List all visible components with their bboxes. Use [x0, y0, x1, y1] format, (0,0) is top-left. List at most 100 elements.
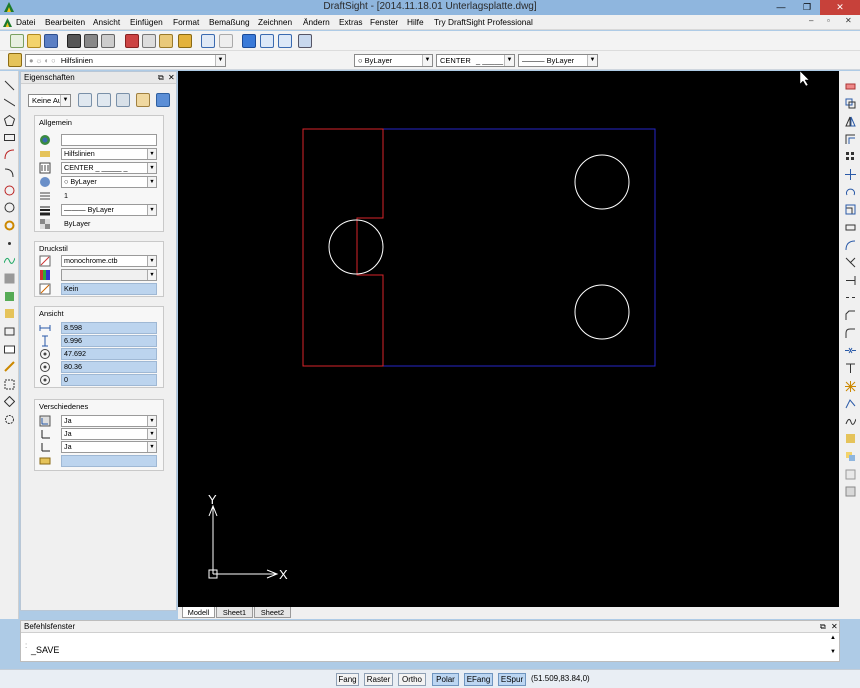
arc-icon[interactable] — [4, 149, 15, 160]
block-icon[interactable] — [4, 291, 15, 302]
doc-close-button[interactable]: ✕ — [845, 16, 852, 25]
stretch-icon[interactable] — [845, 222, 856, 233]
erase-icon[interactable] — [845, 81, 856, 92]
boundary-icon[interactable] — [4, 396, 15, 407]
draw-order-icon[interactable] — [845, 451, 856, 462]
ucs-per-viewport-field[interactable]: Ja ▼ — [61, 441, 157, 453]
new-file-icon[interactable] — [10, 34, 24, 48]
lineweight-combo[interactable]: ——— ByLayer ▼ — [518, 54, 598, 67]
plotstyle-table-field[interactable]: monochrome.ctb ▼ — [61, 255, 157, 267]
toggle-pickadd-icon[interactable] — [136, 93, 150, 107]
tab-sheet1[interactable]: Sheet1 — [216, 607, 253, 618]
trim-icon[interactable] — [845, 257, 856, 268]
plotstyle-field[interactable]: ▼ — [61, 269, 157, 281]
close-icon[interactable]: ✕ — [168, 72, 175, 84]
save-icon[interactable] — [44, 34, 58, 48]
zoom-preview-icon[interactable] — [101, 34, 115, 48]
view-height-field[interactable]: 6.996 — [61, 335, 157, 347]
spline-icon[interactable] — [4, 255, 15, 266]
join-icon[interactable] — [845, 345, 856, 356]
color-combo[interactable]: ○ ByLayer ▼ — [354, 54, 433, 67]
edit-spline-icon[interactable] — [845, 416, 856, 427]
snap-toggle[interactable]: Fang — [336, 673, 359, 686]
select-entities-icon[interactable] — [116, 93, 130, 107]
menu-fenster[interactable]: Fenster — [370, 17, 398, 27]
note-icon[interactable] — [4, 326, 15, 337]
menu-extras[interactable]: Extras — [339, 17, 363, 27]
general-value-0[interactable] — [61, 134, 157, 146]
selection-filter-combo[interactable]: Keine Aus ▼ — [28, 94, 71, 107]
rotate-icon[interactable] — [845, 187, 856, 198]
menu-format[interactable]: Format — [173, 17, 199, 27]
menu-einfuegen[interactable]: Einfügen — [130, 17, 163, 27]
align-icon[interactable] — [845, 363, 856, 374]
minimize-button[interactable]: — — [768, 0, 794, 15]
help-icon[interactable] — [156, 93, 170, 107]
circle-2point-icon[interactable] — [4, 202, 15, 213]
zoom-dynamic-icon[interactable] — [260, 34, 274, 48]
linetype-field[interactable]: CENTER _ _____ _ ▼ — [61, 162, 157, 174]
infinite-line-icon[interactable] — [4, 97, 15, 108]
doc-restore-button[interactable]: ▫ — [827, 16, 830, 25]
sketch-icon[interactable] — [4, 361, 15, 372]
extend-icon[interactable] — [845, 275, 856, 286]
copy-entity-icon[interactable] — [845, 98, 856, 109]
circle-icon[interactable] — [4, 185, 15, 196]
print-preview-icon[interactable] — [84, 34, 98, 48]
cloud-icon[interactable] — [4, 414, 15, 425]
view-width-field[interactable]: 8.598 — [61, 322, 157, 334]
open-file-icon[interactable] — [27, 34, 41, 48]
pattern-icon[interactable] — [845, 151, 856, 162]
chamfer-icon[interactable] — [845, 310, 856, 321]
lengthen-icon[interactable] — [845, 240, 856, 251]
red-outline[interactable] — [302, 128, 384, 367]
hole-circle-top-right[interactable] — [574, 154, 630, 210]
close-button[interactable]: ✕ — [820, 0, 860, 15]
command-history-line[interactable]: _SAVE — [31, 645, 59, 655]
linetype-scale-field[interactable]: 1 — [61, 190, 157, 202]
mirror-icon[interactable] — [845, 116, 856, 127]
close-icon[interactable]: ✕ — [831, 621, 838, 633]
print-icon[interactable] — [67, 34, 81, 48]
tab-sheet2[interactable]: Sheet2 — [254, 607, 291, 618]
hole-circle-bottom-right[interactable] — [574, 284, 630, 340]
copy-icon[interactable] — [142, 34, 156, 48]
view-center-x-field[interactable]: 47.692 — [61, 348, 157, 360]
scale-icon[interactable] — [845, 204, 856, 215]
menu-try-professional[interactable]: Try DraftSight Professional — [434, 17, 533, 27]
layer-combo[interactable]: ● ☼ ◐ ○ Hilfslinien ▼ — [25, 54, 226, 67]
menu-ansicht[interactable]: Ansicht — [93, 17, 120, 27]
menu-zeichnen[interactable]: Zeichnen — [258, 17, 292, 27]
simple-note-icon[interactable] — [4, 344, 15, 355]
layer-manager-icon[interactable] — [298, 34, 312, 48]
arc-3point-icon[interactable] — [4, 167, 15, 178]
lineweight-field[interactable]: ——— ByLayer ▼ — [61, 204, 157, 216]
redo-icon[interactable] — [219, 34, 233, 48]
menu-datei[interactable]: Datei — [16, 17, 35, 27]
transparency-field[interactable]: ByLayer — [61, 218, 157, 230]
ucs-name-field[interactable] — [61, 455, 157, 467]
polygon-icon[interactable] — [4, 115, 15, 126]
edit-hatch-icon[interactable] — [845, 433, 856, 444]
select-all-icon[interactable] — [78, 93, 92, 107]
menu-bemassung[interactable]: Bemaßung — [209, 17, 250, 27]
line-icon[interactable] — [4, 80, 15, 91]
grid-toggle[interactable]: Raster — [364, 673, 393, 686]
dock-icon[interactable]: ⧉ — [158, 72, 164, 84]
linetype-combo[interactable]: CENTER _ _____ ▼ — [436, 54, 515, 67]
explode-icon[interactable] — [845, 381, 856, 392]
doc-minimize-button[interactable]: – — [809, 16, 813, 25]
undo-icon[interactable] — [201, 34, 215, 48]
edit-text-icon[interactable] — [845, 469, 856, 480]
offset-icon[interactable] — [845, 134, 856, 145]
menu-aendern[interactable]: Ändern — [303, 17, 330, 27]
drawing-canvas[interactable]: Y X — [178, 70, 839, 607]
donut-icon[interactable] — [4, 220, 15, 231]
break-icon[interactable] — [845, 292, 856, 303]
hatch-icon[interactable] — [4, 273, 15, 284]
zoom-window-icon[interactable] — [278, 34, 292, 48]
view-center-y-field[interactable]: 80.36 — [61, 361, 157, 373]
paste-icon[interactable] — [159, 34, 173, 48]
pan-icon[interactable] — [242, 34, 256, 48]
ucs-origin-field[interactable]: Ja ▼ — [61, 428, 157, 440]
